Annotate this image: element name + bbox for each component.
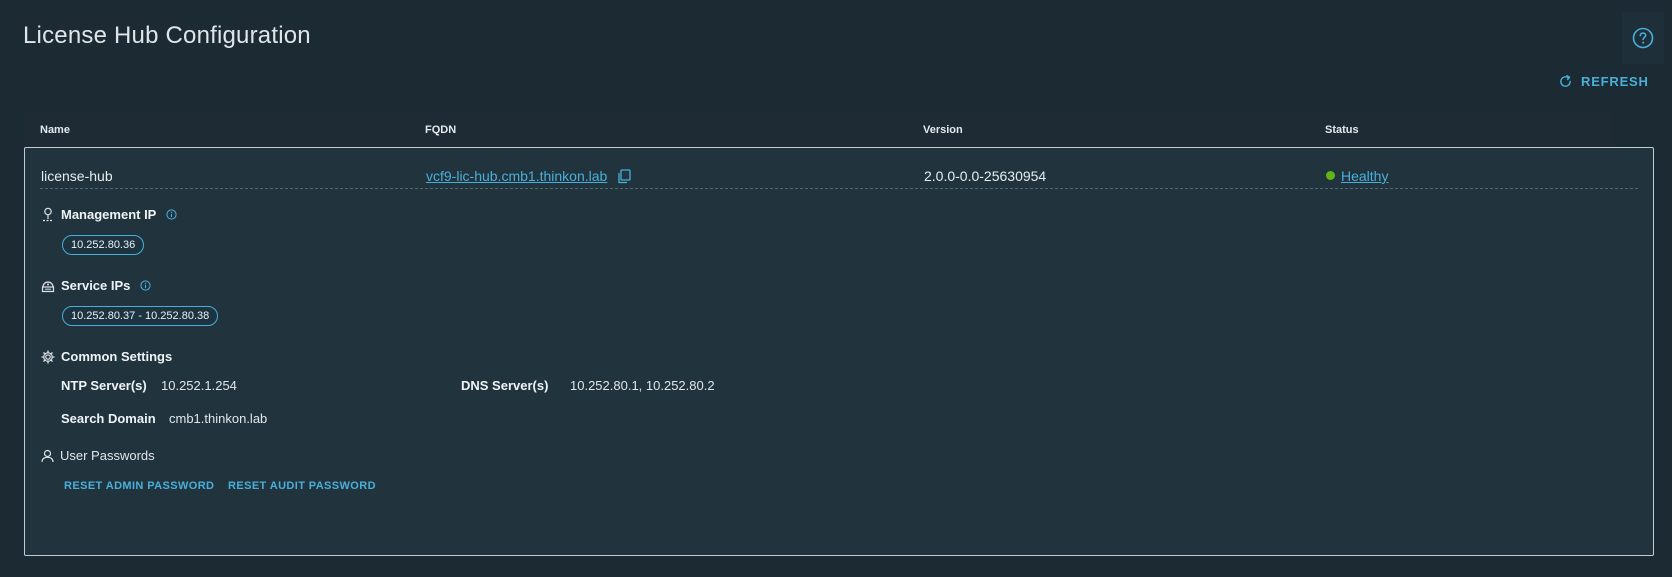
management-ip-pill: 10.252.80.36 <box>62 235 145 255</box>
reset-admin-password-button[interactable]: RESET ADMIN PASSWORD <box>64 480 214 492</box>
dns-label: DNS Server(s) <box>461 378 549 393</box>
user-passwords-title: User Passwords <box>60 448 155 463</box>
service-icon <box>41 280 55 292</box>
help-button[interactable] <box>1622 12 1664 64</box>
ntp-label: NTP Server(s) <box>61 378 147 393</box>
fqdn-link[interactable]: vcf9-lic-hub.cmb1.thinkon.lab <box>426 168 607 184</box>
refresh-label: REFRESH <box>1581 74 1649 89</box>
row-version: 2.0.0-0.0-25630954 <box>924 168 1047 184</box>
status-link[interactable]: Healthy <box>1341 168 1388 184</box>
column-header-name[interactable]: Name <box>40 124 70 136</box>
service-ips-title: Service IPs <box>61 278 131 293</box>
user-icon <box>41 449 54 462</box>
pin-icon <box>43 207 53 222</box>
license-hub-config-page: License Hub Configuration REFRESH Name F… <box>0 0 1672 577</box>
reset-audit-password-button[interactable]: RESET AUDIT PASSWORD <box>228 480 376 492</box>
ntp-value: 10.252.1.254 <box>161 378 237 393</box>
grid-header: Name FQDN Version Status <box>24 112 1612 147</box>
column-header-status[interactable]: Status <box>1325 124 1359 136</box>
row-name: license-hub <box>41 168 113 184</box>
status-healthy-icon <box>1326 171 1335 180</box>
info-icon[interactable] <box>166 209 177 220</box>
common-settings-section: Common Settings <box>41 349 172 364</box>
page-title: License Hub Configuration <box>23 22 311 49</box>
management-ip-section: Management IP <box>41 207 177 222</box>
row-divider <box>40 188 1638 189</box>
dns-value: 10.252.80.1, 10.252.80.2 <box>570 378 715 393</box>
service-ips-pill: 10.252.80.37 - 10.252.80.38 <box>62 306 219 326</box>
refresh-button[interactable]: REFRESH <box>1558 74 1649 89</box>
common-settings-title: Common Settings <box>61 349 173 364</box>
row-status: Healthy <box>1326 168 1388 184</box>
refresh-icon <box>1560 74 1571 87</box>
row-fqdn-cell: vcf9-lic-hub.cmb1.thinkon.lab <box>426 168 631 184</box>
gear-icon <box>41 349 55 364</box>
service-ips-section: Service IPs <box>41 278 151 293</box>
help-circle-icon <box>1632 27 1654 49</box>
column-header-version[interactable]: Version <box>923 124 963 136</box>
search-domain-value: cmb1.thinkon.lab <box>169 411 268 426</box>
column-header-fqdn[interactable]: FQDN <box>425 124 456 136</box>
expanded-row-detail: license-hub vcf9-lic-hub.cmb1.thinkon.la… <box>24 147 1654 556</box>
user-passwords-section: User Passwords <box>41 448 155 463</box>
info-icon[interactable] <box>140 280 151 291</box>
management-ip-title: Management IP <box>61 207 157 222</box>
copy-icon[interactable] <box>617 168 631 184</box>
search-domain-label: Search Domain <box>61 411 156 426</box>
